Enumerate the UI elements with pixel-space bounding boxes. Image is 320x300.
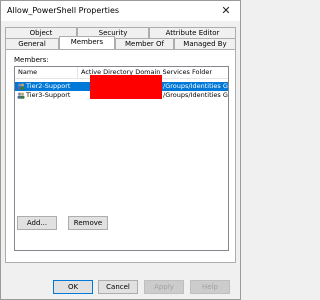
title-bar: Allow_PowerShell Properties ✕: [1, 1, 240, 21]
group-icon: [17, 92, 25, 99]
member-folder: /Groups/Identities Grou...: [163, 82, 228, 90]
group-icon: [17, 83, 25, 90]
tab-member-of[interactable]: Member Of: [115, 38, 174, 49]
close-icon[interactable]: ✕: [212, 1, 240, 21]
remove-button[interactable]: Remove: [68, 216, 108, 230]
cancel-button[interactable]: Cancel: [98, 280, 138, 294]
ok-button[interactable]: OK: [53, 280, 93, 294]
properties-dialog: Allow_PowerShell Properties ✕ Object Sec…: [0, 0, 241, 300]
help-button[interactable]: Help: [190, 280, 230, 294]
add-button[interactable]: Add...: [17, 216, 57, 230]
list-item[interactable]: Tier2-Support /Groups/Identities Grou...: [15, 75, 228, 91]
column-header-name[interactable]: Name: [15, 67, 77, 78]
members-panel: Members: Name Active Directory Domain Se…: [5, 49, 236, 263]
tab-general[interactable]: General: [5, 38, 59, 49]
list-item[interactable]: Tier3-Support /Groups/Identities Grou...: [15, 91, 228, 100]
redaction-box: [90, 75, 162, 91]
tab-members[interactable]: Members: [59, 36, 115, 49]
members-label: Members:: [14, 56, 49, 64]
tab-attribute-editor[interactable]: Attribute Editor: [149, 27, 236, 38]
member-name: Tier2-Support: [26, 82, 71, 90]
redaction-box: [90, 91, 162, 99]
apply-button[interactable]: Apply: [144, 280, 184, 294]
tab-managed-by[interactable]: Managed By: [174, 38, 236, 49]
member-folder: /Groups/Identities Grou...: [163, 91, 228, 99]
window-title: Allow_PowerShell Properties: [7, 6, 120, 15]
member-name: Tier3-Support: [26, 91, 71, 99]
